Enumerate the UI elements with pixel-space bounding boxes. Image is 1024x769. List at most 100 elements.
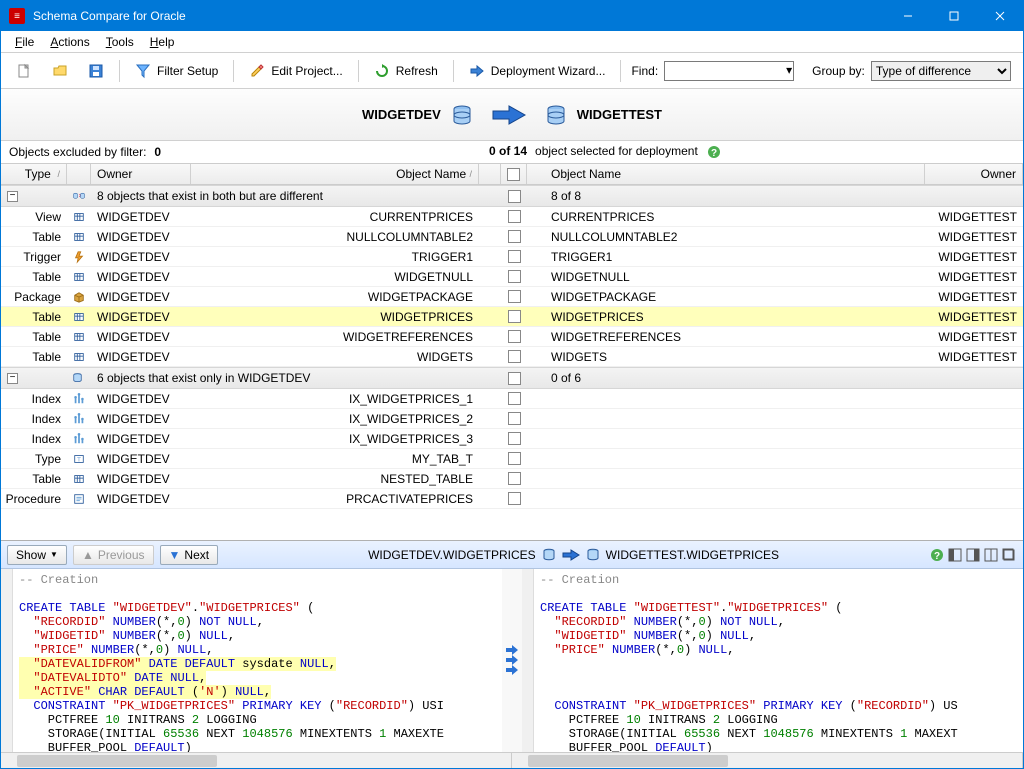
row-checkbox[interactable]: [508, 412, 521, 425]
new-button[interactable]: [7, 58, 41, 84]
filter-setup-button[interactable]: Filter Setup: [126, 58, 227, 84]
svg-text:?: ?: [934, 551, 940, 562]
collapse-icon[interactable]: −: [7, 373, 18, 384]
panel-right-icon[interactable]: [965, 547, 981, 563]
close-button[interactable]: [977, 1, 1023, 31]
row-checkbox[interactable]: [508, 392, 521, 405]
type-icon: T: [67, 452, 91, 466]
filter-label: Filter Setup: [157, 64, 218, 78]
sql-right-pane[interactable]: -- Creation CREATE TABLE "WIDGETTEST"."W…: [522, 569, 1023, 752]
database-icon: [451, 104, 473, 126]
group-source-count: 0 of 6: [527, 371, 925, 385]
row-checkbox[interactable]: [508, 492, 521, 505]
show-button[interactable]: Show ▼: [7, 545, 67, 565]
type-icon: [67, 350, 91, 364]
titlebar: ≡ Schema Compare for Oracle: [1, 1, 1023, 31]
maximize-panel-icon[interactable]: [1001, 547, 1017, 563]
group-row-source-only[interactable]: − 6 objects that exist only in WIDGETDEV…: [1, 367, 1023, 389]
table-row[interactable]: IndexWIDGETDEVIX_WIDGETPRICES_1: [1, 389, 1023, 409]
menu-tools[interactable]: Tools: [98, 33, 142, 51]
groupby-label: Group by:: [808, 64, 869, 78]
help-icon[interactable]: ?: [929, 547, 945, 563]
next-button[interactable]: ▼Next: [160, 545, 219, 565]
arrow-right-large-icon: [491, 104, 527, 126]
panel-left-icon[interactable]: [947, 547, 963, 563]
row-checkbox[interactable]: [508, 230, 521, 243]
db-diff-icon: ≠: [73, 189, 85, 203]
col-icon: [67, 164, 91, 184]
maximize-button[interactable]: [931, 1, 977, 31]
source-db: WIDGETDEV: [362, 104, 473, 126]
deploy-button[interactable]: Deployment Wizard...: [460, 58, 615, 84]
groupby-select[interactable]: Type of difference: [871, 61, 1011, 81]
col-objname[interactable]: Object Name /: [191, 164, 479, 184]
row-checkbox[interactable]: [508, 432, 521, 445]
table-row[interactable]: TableWIDGETDEVWIDGETPRICESWIDGETPRICESWI…: [1, 307, 1023, 327]
open-button[interactable]: [43, 58, 77, 84]
row-checkbox[interactable]: [508, 250, 521, 263]
row-checkbox[interactable]: [508, 310, 521, 323]
col-objname2[interactable]: Object Name: [527, 164, 925, 184]
menu-actions[interactable]: Actions: [42, 33, 97, 51]
sql-left-pane[interactable]: -- Creation CREATE TABLE "WIDGETDEV"."WI…: [1, 569, 502, 752]
col-checkbox-header[interactable]: [501, 164, 527, 184]
table-row[interactable]: IndexWIDGETDEVIX_WIDGETPRICES_3: [1, 429, 1023, 449]
type-icon: [67, 472, 91, 486]
app-icon: ≡: [9, 8, 25, 24]
col-owner2[interactable]: Owner: [925, 164, 1023, 184]
refresh-label: Refresh: [396, 64, 438, 78]
collapse-icon[interactable]: −: [7, 191, 18, 202]
refresh-button[interactable]: Refresh: [365, 58, 447, 84]
table-row[interactable]: TableWIDGETDEVWIDGETREFERENCESWIDGETREFE…: [1, 327, 1023, 347]
table-row[interactable]: TableWIDGETDEVWIDGETNULLWIDGETNULLWIDGET…: [1, 267, 1023, 287]
table-row[interactable]: PackageWIDGETDEVWIDGETPACKAGEWIDGETPACKA…: [1, 287, 1023, 307]
sql-toolbar: Show ▼ ▲Previous ▼Next WIDGETDEV.WIDGETP…: [1, 541, 1023, 569]
table-row[interactable]: ProcedureWIDGETDEVPRCACTIVATEPRICES: [1, 489, 1023, 509]
type-icon: [67, 392, 91, 406]
row-checkbox[interactable]: [508, 350, 521, 363]
toolbar: Filter Setup Edit Project... Refresh Dep…: [1, 53, 1023, 89]
horizontal-scrollbar[interactable]: [1, 752, 1023, 768]
table-row[interactable]: ViewWIDGETDEVCURRENTPRICESCURRENTPRICESW…: [1, 207, 1023, 227]
refresh-icon: [374, 63, 390, 79]
table-row[interactable]: TypeTWIDGETDEVMY_TAB_T: [1, 449, 1023, 469]
menu-help[interactable]: Help: [142, 33, 183, 51]
group-checkbox[interactable]: [508, 372, 521, 385]
col-owner[interactable]: Owner: [91, 164, 191, 184]
type-icon: [67, 492, 91, 506]
grid-body: − ≠ 8 objects that exist in both but are…: [1, 185, 1023, 540]
dropdown-icon[interactable]: ▾: [786, 63, 792, 77]
save-icon: [88, 63, 104, 79]
menu-file[interactable]: File: [7, 33, 42, 51]
table-row[interactable]: TriggerWIDGETDEVTRIGGER1TRIGGER1WIDGETTE…: [1, 247, 1023, 267]
help-icon[interactable]: ?: [706, 144, 722, 160]
sql-right-code: -- Creation CREATE TABLE "WIDGETTEST"."W…: [534, 569, 964, 752]
save-button[interactable]: [79, 58, 113, 84]
edit-project-button[interactable]: Edit Project...: [240, 58, 351, 84]
group-checkbox[interactable]: [508, 190, 521, 203]
sql-left-code: -- Creation CREATE TABLE "WIDGETDEV"."WI…: [13, 569, 450, 752]
minimize-button[interactable]: [885, 1, 931, 31]
row-checkbox[interactable]: [508, 472, 521, 485]
group-row-both[interactable]: − ≠ 8 objects that exist in both but are…: [1, 185, 1023, 207]
excluded-label: Objects excluded by filter:: [9, 145, 146, 159]
table-row[interactable]: TableWIDGETDEVNESTED_TABLE: [1, 469, 1023, 489]
row-checkbox[interactable]: [508, 452, 521, 465]
find-input[interactable]: [664, 61, 794, 81]
sql-panel: Show ▼ ▲Previous ▼Next WIDGETDEV.WIDGETP…: [1, 540, 1023, 768]
col-type[interactable]: Type /: [1, 164, 67, 184]
table-row[interactable]: IndexWIDGETDEVIX_WIDGETPRICES_2: [1, 409, 1023, 429]
grid-header: Type / Owner Object Name / Object Name O…: [1, 163, 1023, 185]
new-icon: [16, 63, 32, 79]
table-row[interactable]: TableWIDGETDEVWIDGETSWIDGETSWIDGETTEST: [1, 347, 1023, 367]
group-source-label: 6 objects that exist only in WIDGETDEV: [91, 371, 479, 385]
row-checkbox[interactable]: [508, 210, 521, 223]
database-icon: [586, 548, 600, 562]
arrow-down-icon: ▼: [169, 548, 181, 562]
panel-both-icon[interactable]: [983, 547, 999, 563]
previous-button[interactable]: ▲Previous: [73, 545, 154, 565]
row-checkbox[interactable]: [508, 330, 521, 343]
row-checkbox[interactable]: [508, 270, 521, 283]
row-checkbox[interactable]: [508, 290, 521, 303]
table-row[interactable]: TableWIDGETDEVNULLCOLUMNTABLE2NULLCOLUMN…: [1, 227, 1023, 247]
